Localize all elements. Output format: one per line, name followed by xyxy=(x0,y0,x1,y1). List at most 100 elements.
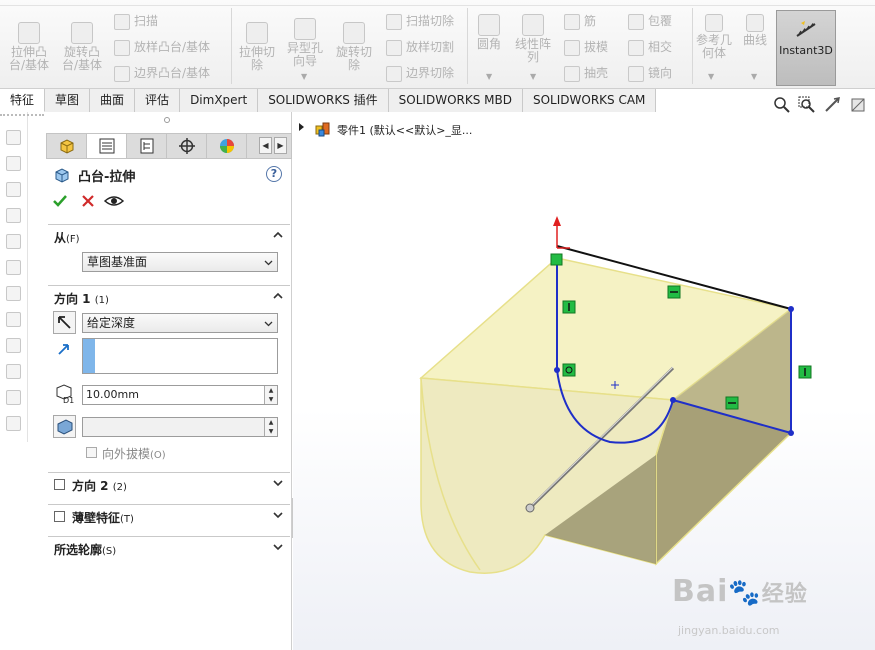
wrap-button[interactable]: 包覆 xyxy=(626,12,672,30)
thin-feature-section-header[interactable]: 薄壁特征(T) xyxy=(48,504,290,526)
loft-cut-button[interactable]: 放样切割 xyxy=(384,38,454,56)
panel-grip-icon[interactable] xyxy=(164,117,170,123)
chevron-down-icon[interactable] xyxy=(272,509,284,521)
end-condition-select[interactable]: 给定深度 xyxy=(82,313,278,333)
reference-geometry-dropdown-icon[interactable]: ▼ xyxy=(708,72,714,81)
tab-feature-manager[interactable] xyxy=(47,134,87,158)
draft-outward-checkbox[interactable] xyxy=(86,447,97,458)
sweep-button[interactable]: 扫描 xyxy=(112,12,158,30)
expand-arrow-icon[interactable] xyxy=(299,123,304,131)
hole-wizard-dropdown-icon[interactable]: ▼ xyxy=(301,72,307,81)
rib-button[interactable]: 筋 xyxy=(562,12,596,30)
tab-features[interactable]: 特征 xyxy=(0,89,46,112)
draft-angle-spinner[interactable]: ▲ ▼ xyxy=(264,418,277,436)
feature-icon[interactable] xyxy=(6,338,21,353)
feature-icon[interactable] xyxy=(6,260,21,275)
feature-icon[interactable] xyxy=(6,390,21,405)
selected-contours-section-header[interactable]: 所选轮廓(S) xyxy=(48,536,290,558)
fillet-dropdown-icon[interactable]: ▼ xyxy=(486,72,492,81)
chevron-up-icon[interactable] xyxy=(272,229,284,241)
direction1-section-header[interactable]: 方向 1 (1) xyxy=(48,285,290,307)
tab-configuration-manager[interactable] xyxy=(127,134,167,158)
shell-label: 抽壳 xyxy=(584,66,609,80)
direction-of-extrusion-selection-box[interactable] xyxy=(82,338,278,374)
feature-icon[interactable] xyxy=(6,364,21,379)
draft-angle-input[interactable]: ▲ ▼ xyxy=(82,417,278,437)
tab-solidworks-addins[interactable]: SOLIDWORKS 插件 xyxy=(258,89,389,112)
feature-icon[interactable] xyxy=(6,156,21,171)
tab-solidworks-cam[interactable]: SOLIDWORKS CAM xyxy=(522,89,657,112)
hole-wizard-icon xyxy=(294,18,316,40)
tab-solidworks-mbd[interactable]: SOLIDWORKS MBD xyxy=(388,89,523,112)
tab-sketch[interactable]: 草图 xyxy=(45,89,91,112)
from-section-header[interactable]: 从(F) xyxy=(48,224,290,246)
mirror-button[interactable]: 镜向 xyxy=(626,64,672,82)
tab-display-manager[interactable] xyxy=(207,134,247,158)
chevron-down-icon[interactable] xyxy=(272,477,284,489)
feature-icon[interactable] xyxy=(6,312,21,327)
boundary-cut-button[interactable]: 边界切除 xyxy=(384,64,454,82)
feature-icon[interactable] xyxy=(6,182,21,197)
configuration-manager-icon xyxy=(140,138,153,154)
sweep-label: 扫描 xyxy=(134,14,159,28)
instant3d-button[interactable]: Instant3D xyxy=(776,10,836,86)
thin-feature-checkbox[interactable] xyxy=(54,511,65,522)
checkmark-icon xyxy=(53,195,67,207)
tab-property-manager[interactable] xyxy=(87,134,127,158)
direction2-checkbox[interactable] xyxy=(54,479,65,490)
zoom-to-fit-icon[interactable] xyxy=(773,96,791,114)
reference-geometry-button[interactable]: 参考几何体 xyxy=(694,14,734,60)
shell-button[interactable]: 抽壳 xyxy=(562,64,608,82)
help-icon[interactable]: ? xyxy=(266,166,282,182)
cancel-button[interactable] xyxy=(80,193,96,213)
hole-wizard-button[interactable]: 异型孔向导 xyxy=(284,18,326,68)
tab-evaluate[interactable]: 评估 xyxy=(135,89,181,112)
zoom-to-area-icon[interactable] xyxy=(798,96,816,114)
intersect-button[interactable]: 相交 xyxy=(626,38,672,56)
preview-button[interactable] xyxy=(103,193,125,213)
depth-input[interactable]: 10.00mm ▲ ▼ xyxy=(82,385,278,405)
sweep-cut-button[interactable]: 扫描切除 xyxy=(384,12,454,30)
3d-view-icon[interactable] xyxy=(6,130,21,145)
loft-boss-button[interactable]: 放样凸台/基体 xyxy=(112,38,210,56)
reference-geometry-icon xyxy=(705,14,723,32)
fillet-button[interactable]: 圆角 xyxy=(472,14,506,51)
direction2-section-header[interactable]: 方向 2 (2) xyxy=(48,472,290,494)
linear-pattern-button[interactable]: 线性阵列 xyxy=(512,14,554,64)
revolve-cut-button[interactable]: 旋转切除 xyxy=(332,22,376,72)
watermark-logo-text: Bai xyxy=(672,574,729,609)
ok-button[interactable] xyxy=(52,193,68,213)
extrude-boss-button[interactable]: 拉伸凸台/基体 xyxy=(6,22,52,72)
tab-surfaces[interactable]: 曲面 xyxy=(90,89,136,112)
feature-icon[interactable] xyxy=(6,286,21,301)
depth-dimension-icon: D1 xyxy=(56,384,74,404)
tab-scroll-left-icon[interactable]: ◀ xyxy=(259,137,272,154)
feature-icon[interactable] xyxy=(6,234,21,249)
graphics-viewport[interactable]: 零件1 (默认<<默认>_显... xyxy=(293,96,875,650)
boundary-boss-button[interactable]: 边界凸台/基体 xyxy=(112,64,210,82)
draft-label: 拔模 xyxy=(584,40,609,54)
depth-spinner[interactable]: ▲ ▼ xyxy=(264,386,277,404)
linear-pattern-dropdown-icon[interactable]: ▼ xyxy=(530,72,536,81)
draft-button[interactable]: 拔模 xyxy=(562,38,608,56)
feature-icon[interactable] xyxy=(6,416,21,431)
draft-on-off-button[interactable] xyxy=(53,415,76,438)
left-feature-icon-strip xyxy=(0,112,44,442)
chevron-down-icon[interactable] xyxy=(272,541,284,553)
previous-view-icon[interactable] xyxy=(824,96,842,114)
chevron-up-icon[interactable] xyxy=(272,290,284,302)
tab-scroll-right-icon[interactable]: ▶ xyxy=(274,137,287,154)
manager-tab-bar: ◀ ▶ xyxy=(46,133,292,159)
tab-dimxpert-manager[interactable] xyxy=(167,134,207,158)
model-view-canvas xyxy=(419,216,812,574)
feature-icon[interactable] xyxy=(6,208,21,223)
reverse-direction-button[interactable] xyxy=(53,311,76,334)
tab-dimxpert[interactable]: DimXpert xyxy=(180,89,259,112)
revolve-boss-button[interactable]: 旋转凸台/基体 xyxy=(58,22,106,72)
curves-button[interactable]: 曲线 xyxy=(738,14,772,47)
extrude-cut-icon xyxy=(246,22,268,44)
section-view-icon[interactable] xyxy=(849,96,867,114)
extrude-cut-button[interactable]: 拉伸切除 xyxy=(236,22,278,72)
curves-dropdown-icon[interactable]: ▼ xyxy=(751,72,757,81)
from-start-condition-select[interactable]: 草图基准面 xyxy=(82,252,278,272)
